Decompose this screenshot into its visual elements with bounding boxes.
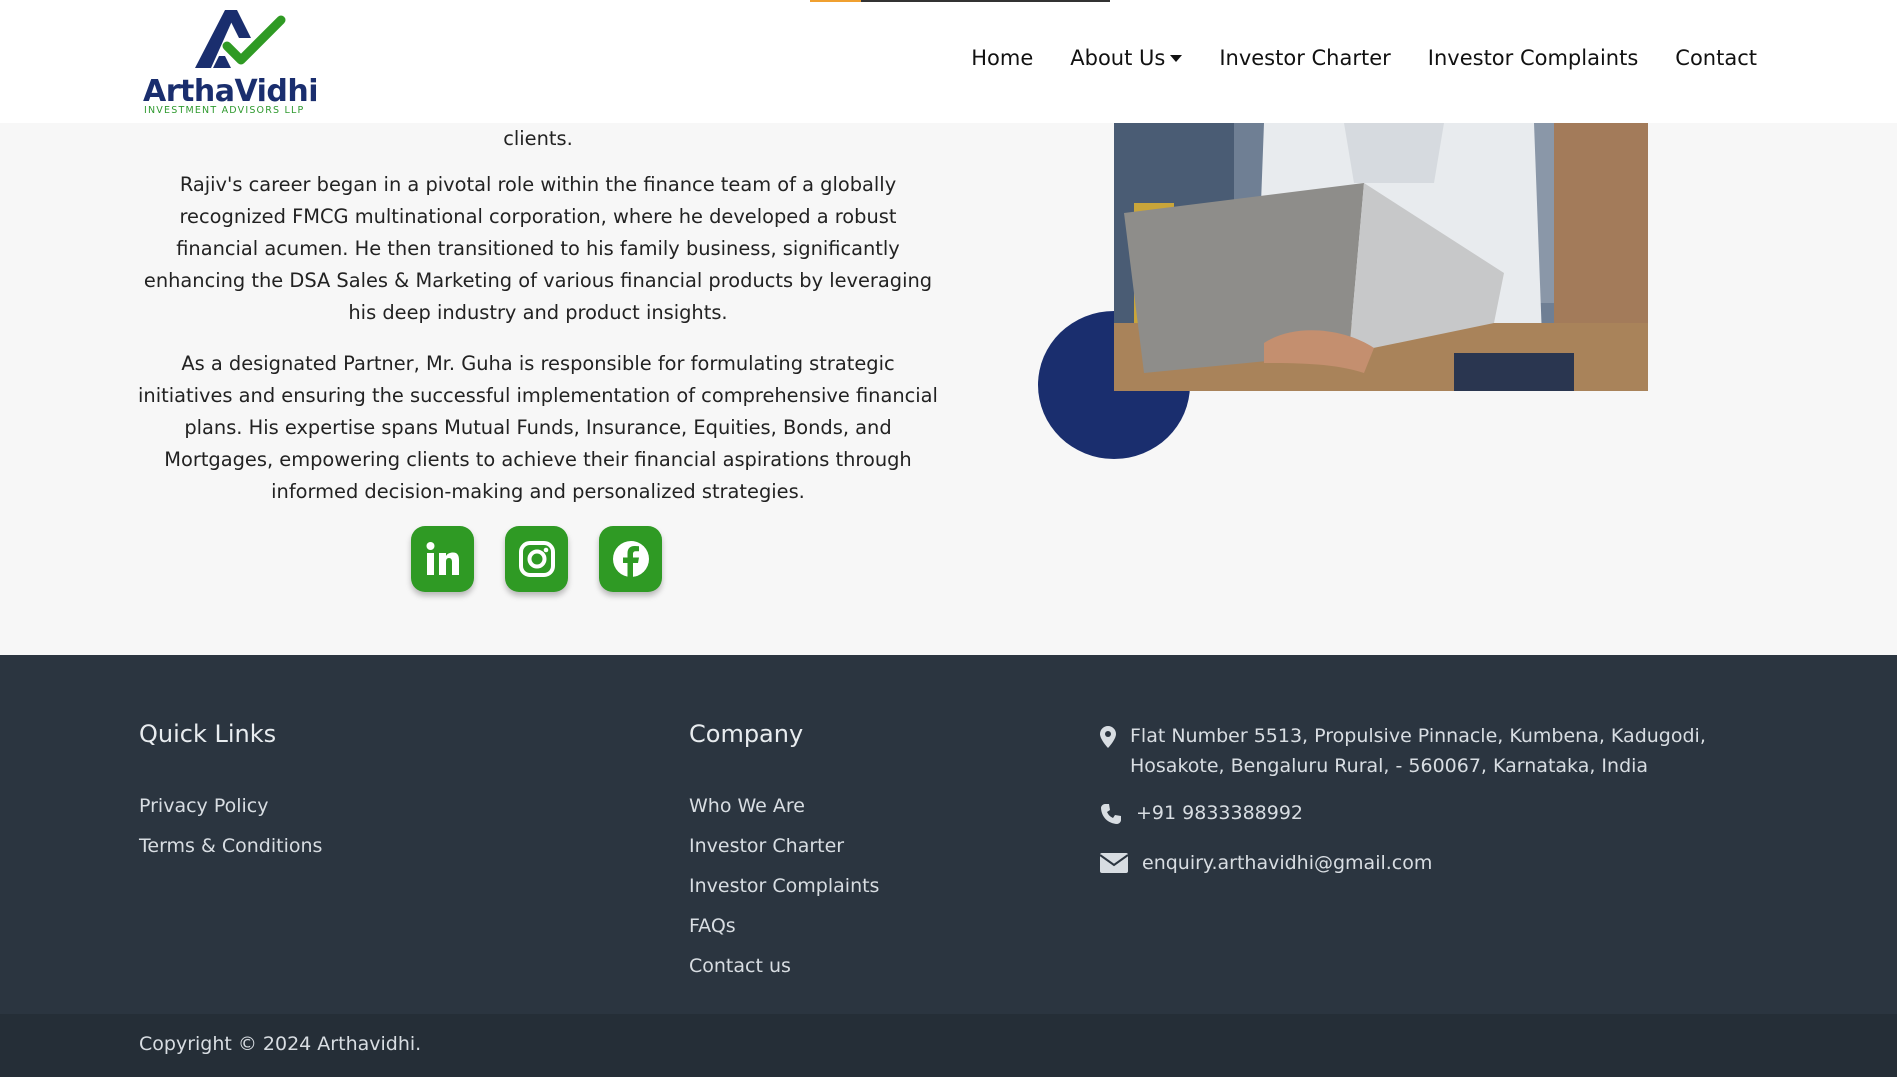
hero-photo (1114, 123, 1648, 391)
phone-number: +91 9833388992 (1136, 802, 1304, 824)
contact-address: Flat Number 5513, Propulsive Pinnacle, K… (1100, 721, 1706, 781)
logo-mark-icon (195, 10, 286, 68)
footer-link-privacy-policy[interactable]: Privacy Policy (139, 795, 268, 817)
bio-paragraph-1: clients. (503, 127, 573, 150)
linkedin-icon (426, 542, 459, 575)
nav-home[interactable]: Home (971, 46, 1033, 70)
site-logo[interactable]: ArthaVidhi INVESTMENT ADVISORS LLP (143, 8, 323, 118)
facebook-icon (612, 541, 649, 577)
address-line-2: Hosakote, Bengaluru Rural, - 560067, Kar… (1130, 755, 1649, 777)
scroll-progress-fill (810, 0, 861, 2)
company-title: Company (689, 720, 804, 748)
chevron-down-icon (1170, 54, 1183, 62)
footer-link-terms-conditions[interactable]: Terms & Conditions (139, 835, 322, 857)
contact-email[interactable]: enquiry.arthavidhi@gmail.com (1100, 848, 1432, 878)
copyright-text: Copyright © 2024 Arthavidhi. (139, 1033, 422, 1055)
about-section: clients. Rajiv's career began in a pivot… (0, 123, 1897, 655)
envelope-icon (1100, 848, 1142, 873)
bio-paragraph-3: As a designated Partner, Mr. Guha is res… (138, 352, 938, 503)
bio-paragraph-2: Rajiv's career began in a pivotal role w… (143, 173, 933, 324)
social-links (411, 526, 662, 592)
address-line-1: Flat Number 5513, Propulsive Pinnacle, K… (1130, 725, 1706, 747)
nav-contact-label: Contact (1675, 46, 1757, 70)
footer-link-who-we-are[interactable]: Who We Are (689, 795, 805, 817)
nav-investor-complaints-label: Investor Complaints (1427, 46, 1639, 70)
footer-link-investor-charter[interactable]: Investor Charter (689, 835, 844, 857)
linkedin-button[interactable] (411, 526, 474, 592)
phone-icon (1100, 798, 1136, 825)
nav-investor-charter[interactable]: Investor Charter (1219, 46, 1390, 70)
quick-links-title: Quick Links (139, 720, 277, 748)
footer-link-contact-us[interactable]: Contact us (689, 955, 791, 977)
nav-about-us[interactable]: About Us (1070, 46, 1183, 70)
map-pin-icon (1100, 721, 1130, 748)
facebook-button[interactable] (599, 526, 662, 592)
main-nav: Home About Us Investor Charter Investor … (934, 46, 1757, 70)
nav-home-label: Home (971, 46, 1034, 70)
contact-phone[interactable]: +91 9833388992 (1100, 798, 1303, 828)
instagram-icon (518, 541, 555, 577)
logo-subtitle: INVESTMENT ADVISORS LLP (144, 105, 305, 116)
nav-contact[interactable]: Contact (1675, 46, 1757, 70)
man-with-laptop-image (1114, 123, 1648, 391)
instagram-button[interactable] (505, 526, 568, 592)
footer-bottom-bar: Copyright © 2024 Arthavidhi. (0, 1014, 1897, 1077)
footer-link-faqs[interactable]: FAQs (689, 915, 736, 937)
nav-investor-charter-label: Investor Charter (1219, 46, 1391, 70)
nav-investor-complaints[interactable]: Investor Complaints (1428, 46, 1639, 70)
site-footer: Quick Links Privacy Policy Terms & Condi… (0, 655, 1897, 1014)
email-address: enquiry.arthavidhi@gmail.com (1142, 852, 1433, 874)
footer-link-investor-complaints[interactable]: Investor Complaints (689, 875, 879, 897)
logo-name: ArthaVidhi (143, 74, 319, 109)
scroll-progress-bar (810, 0, 1110, 2)
site-header: ArthaVidhi INVESTMENT ADVISORS LLP Home … (0, 0, 1897, 123)
nav-about-us-label: About Us (1070, 46, 1166, 70)
